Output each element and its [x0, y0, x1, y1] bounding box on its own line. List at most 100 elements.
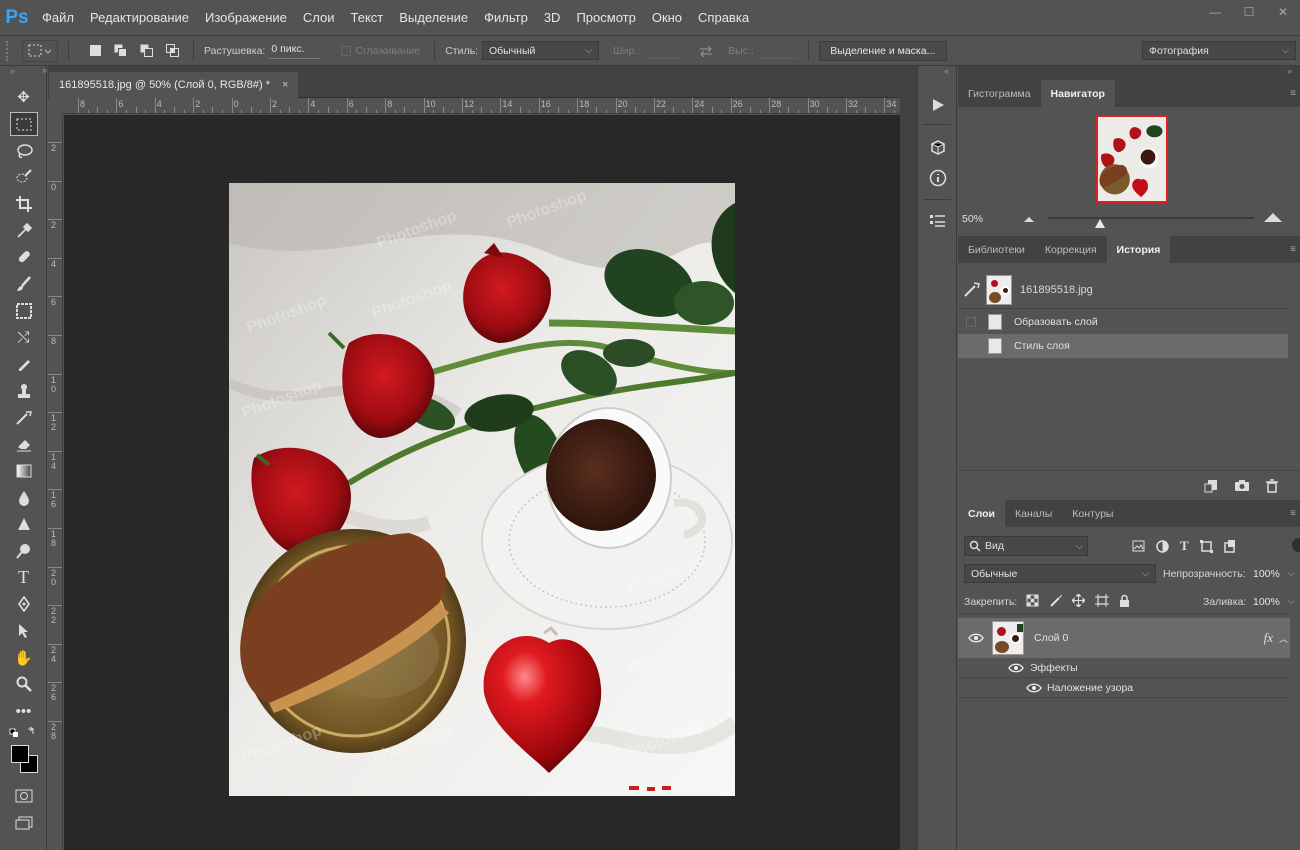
- tab-paths[interactable]: Контуры: [1062, 500, 1123, 527]
- quick-mask-button[interactable]: [0, 783, 47, 810]
- hand-tool[interactable]: ✋: [0, 644, 47, 671]
- options-grip[interactable]: [6, 40, 14, 61]
- actions-panel-button[interactable]: [918, 90, 958, 120]
- history-snapshot[interactable]: 161895518.jpg: [958, 271, 1288, 309]
- move-tool[interactable]: ✥: [0, 84, 47, 111]
- properties-panel-button[interactable]: [918, 206, 958, 236]
- quick-selection-tool[interactable]: [0, 164, 47, 191]
- menu-select[interactable]: Выделение: [391, 10, 476, 25]
- blur-tool[interactable]: [0, 484, 47, 511]
- history-step-selected[interactable]: Стиль слоя: [958, 334, 1288, 358]
- close-button[interactable]: ✕: [1266, 0, 1300, 24]
- new-document-from-state-icon[interactable]: [1204, 479, 1218, 493]
- layer-fx-icon[interactable]: fx: [1264, 630, 1273, 646]
- close-tab-icon[interactable]: ×: [282, 79, 288, 91]
- adjustment-filter-icon[interactable]: [1156, 539, 1169, 553]
- menu-help[interactable]: Справка: [690, 10, 757, 25]
- panel-menu-icon[interactable]: ≡: [1290, 88, 1296, 99]
- navigator-zoom-value[interactable]: 50%: [962, 213, 983, 225]
- type-tool[interactable]: T: [0, 564, 47, 591]
- lock-artboard-icon[interactable]: [1095, 594, 1109, 607]
- type-filter-icon[interactable]: T: [1180, 538, 1189, 554]
- document-tab[interactable]: 161895518.jpg @ 50% (Слой 0, RGB/8#) * ×: [49, 72, 299, 98]
- history-step-checkbox[interactable]: [966, 317, 976, 327]
- intersect-selection-button[interactable]: [163, 41, 183, 61]
- collapse-panels-icon[interactable]: »: [958, 66, 1300, 80]
- chevron-up-icon[interactable]: ︿: [1279, 632, 1288, 645]
- navigator-zoom-slider[interactable]: [1048, 217, 1254, 228]
- new-selection-button[interactable]: [85, 41, 105, 61]
- sharpen-tool[interactable]: [0, 511, 47, 538]
- zoom-in-icon[interactable]: [1264, 211, 1282, 223]
- background-eraser-tool[interactable]: [0, 431, 47, 458]
- tab-history[interactable]: История: [1106, 236, 1171, 263]
- lock-image-pixels-icon[interactable]: [1049, 594, 1062, 607]
- select-and-mask-button[interactable]: Выделение и маска...: [818, 40, 947, 61]
- antialias-checkbox[interactable]: [341, 45, 352, 56]
- screen-mode-button[interactable]: [0, 809, 47, 836]
- pixel-filter-icon[interactable]: [1132, 540, 1145, 552]
- eye-icon[interactable]: [1026, 683, 1042, 693]
- art-history-tool[interactable]: [0, 404, 47, 431]
- opacity-input[interactable]: 100%: [1253, 568, 1280, 580]
- tool-preset-picker[interactable]: [22, 39, 58, 62]
- eraser-tool[interactable]: [0, 351, 47, 378]
- gradient-tool[interactable]: [0, 458, 47, 485]
- tab-channels[interactable]: Каналы: [1005, 500, 1062, 527]
- camera-icon[interactable]: [1234, 479, 1250, 492]
- effect-row[interactable]: Наложение узора: [958, 678, 1290, 698]
- foreground-color-swatch[interactable]: [11, 744, 29, 763]
- marquee-tool[interactable]: [0, 111, 47, 138]
- chevron-down-icon[interactable]: ⌵: [1288, 596, 1295, 607]
- history-step[interactable]: Образовать слой: [958, 310, 1288, 334]
- chevron-down-icon[interactable]: ⌵: [1288, 568, 1295, 579]
- collapse-icon[interactable]: »: [42, 65, 47, 75]
- tab-adjustments[interactable]: Коррекция: [1035, 236, 1107, 263]
- effects-row[interactable]: Эффекты: [958, 658, 1290, 678]
- smart-object-filter-icon[interactable]: [1223, 539, 1236, 553]
- panel-menu-icon[interactable]: ≡: [1290, 244, 1296, 255]
- more-tools[interactable]: •••: [0, 698, 47, 725]
- fill-input[interactable]: 100%: [1253, 596, 1280, 608]
- zoom-slider-thumb[interactable]: [1094, 219, 1105, 228]
- shape-filter-icon[interactable]: [1199, 539, 1213, 553]
- tab-layers[interactable]: Слои: [958, 500, 1005, 527]
- crop-tool[interactable]: [0, 191, 47, 218]
- expand-icon[interactable]: «: [918, 66, 956, 78]
- workspace-select[interactable]: Фотография ⌵: [1142, 41, 1296, 60]
- lock-position-icon[interactable]: [1072, 594, 1085, 607]
- clone-stamp-tool[interactable]: [0, 378, 47, 405]
- tab-histogram[interactable]: Гистограмма: [958, 80, 1041, 107]
- menu-filter[interactable]: Фильтр: [476, 10, 536, 25]
- menu-edit[interactable]: Редактирование: [82, 10, 197, 25]
- eye-icon[interactable]: [1008, 663, 1024, 673]
- default-colors-icon[interactable]: [0, 725, 47, 739]
- add-selection-button[interactable]: [111, 41, 131, 61]
- menu-view[interactable]: Просмотр: [568, 10, 643, 25]
- path-selection-tool[interactable]: [0, 618, 47, 645]
- collapse-toolbar-icon[interactable]: »: [0, 66, 46, 84]
- document-image[interactable]: Photoshop Photoshop Photoshop Photoshop …: [229, 183, 735, 796]
- stamp-tool[interactable]: [0, 298, 47, 325]
- filter-toggle[interactable]: [1292, 538, 1300, 552]
- minimize-button[interactable]: —: [1198, 0, 1232, 24]
- lock-transparent-pixels-icon[interactable]: [1026, 594, 1039, 607]
- swap-arrows-icon[interactable]: [698, 45, 714, 57]
- menu-image[interactable]: Изображение: [197, 10, 295, 25]
- width-input[interactable]: [644, 43, 685, 59]
- layer-name[interactable]: Слой 0: [1034, 632, 1068, 644]
- trash-icon[interactable]: [1266, 478, 1278, 493]
- navigator-thumbnail[interactable]: [1096, 115, 1168, 203]
- panel-menu-icon[interactable]: ≡: [1290, 508, 1296, 519]
- zoom-out-icon[interactable]: [1024, 215, 1034, 223]
- menu-3d[interactable]: 3D: [536, 10, 569, 25]
- zoom-tool[interactable]: [0, 671, 47, 698]
- height-input[interactable]: [757, 43, 798, 59]
- lasso-tool[interactable]: [0, 137, 47, 164]
- feather-input[interactable]: 0 пикс.: [269, 43, 322, 59]
- layer-row[interactable]: Слой 0 fx ︿: [958, 618, 1290, 658]
- lock-all-icon[interactable]: [1119, 594, 1130, 607]
- menu-layers[interactable]: Слои: [295, 10, 343, 25]
- pen-tool[interactable]: [0, 591, 47, 618]
- info-panel-button[interactable]: [918, 163, 958, 193]
